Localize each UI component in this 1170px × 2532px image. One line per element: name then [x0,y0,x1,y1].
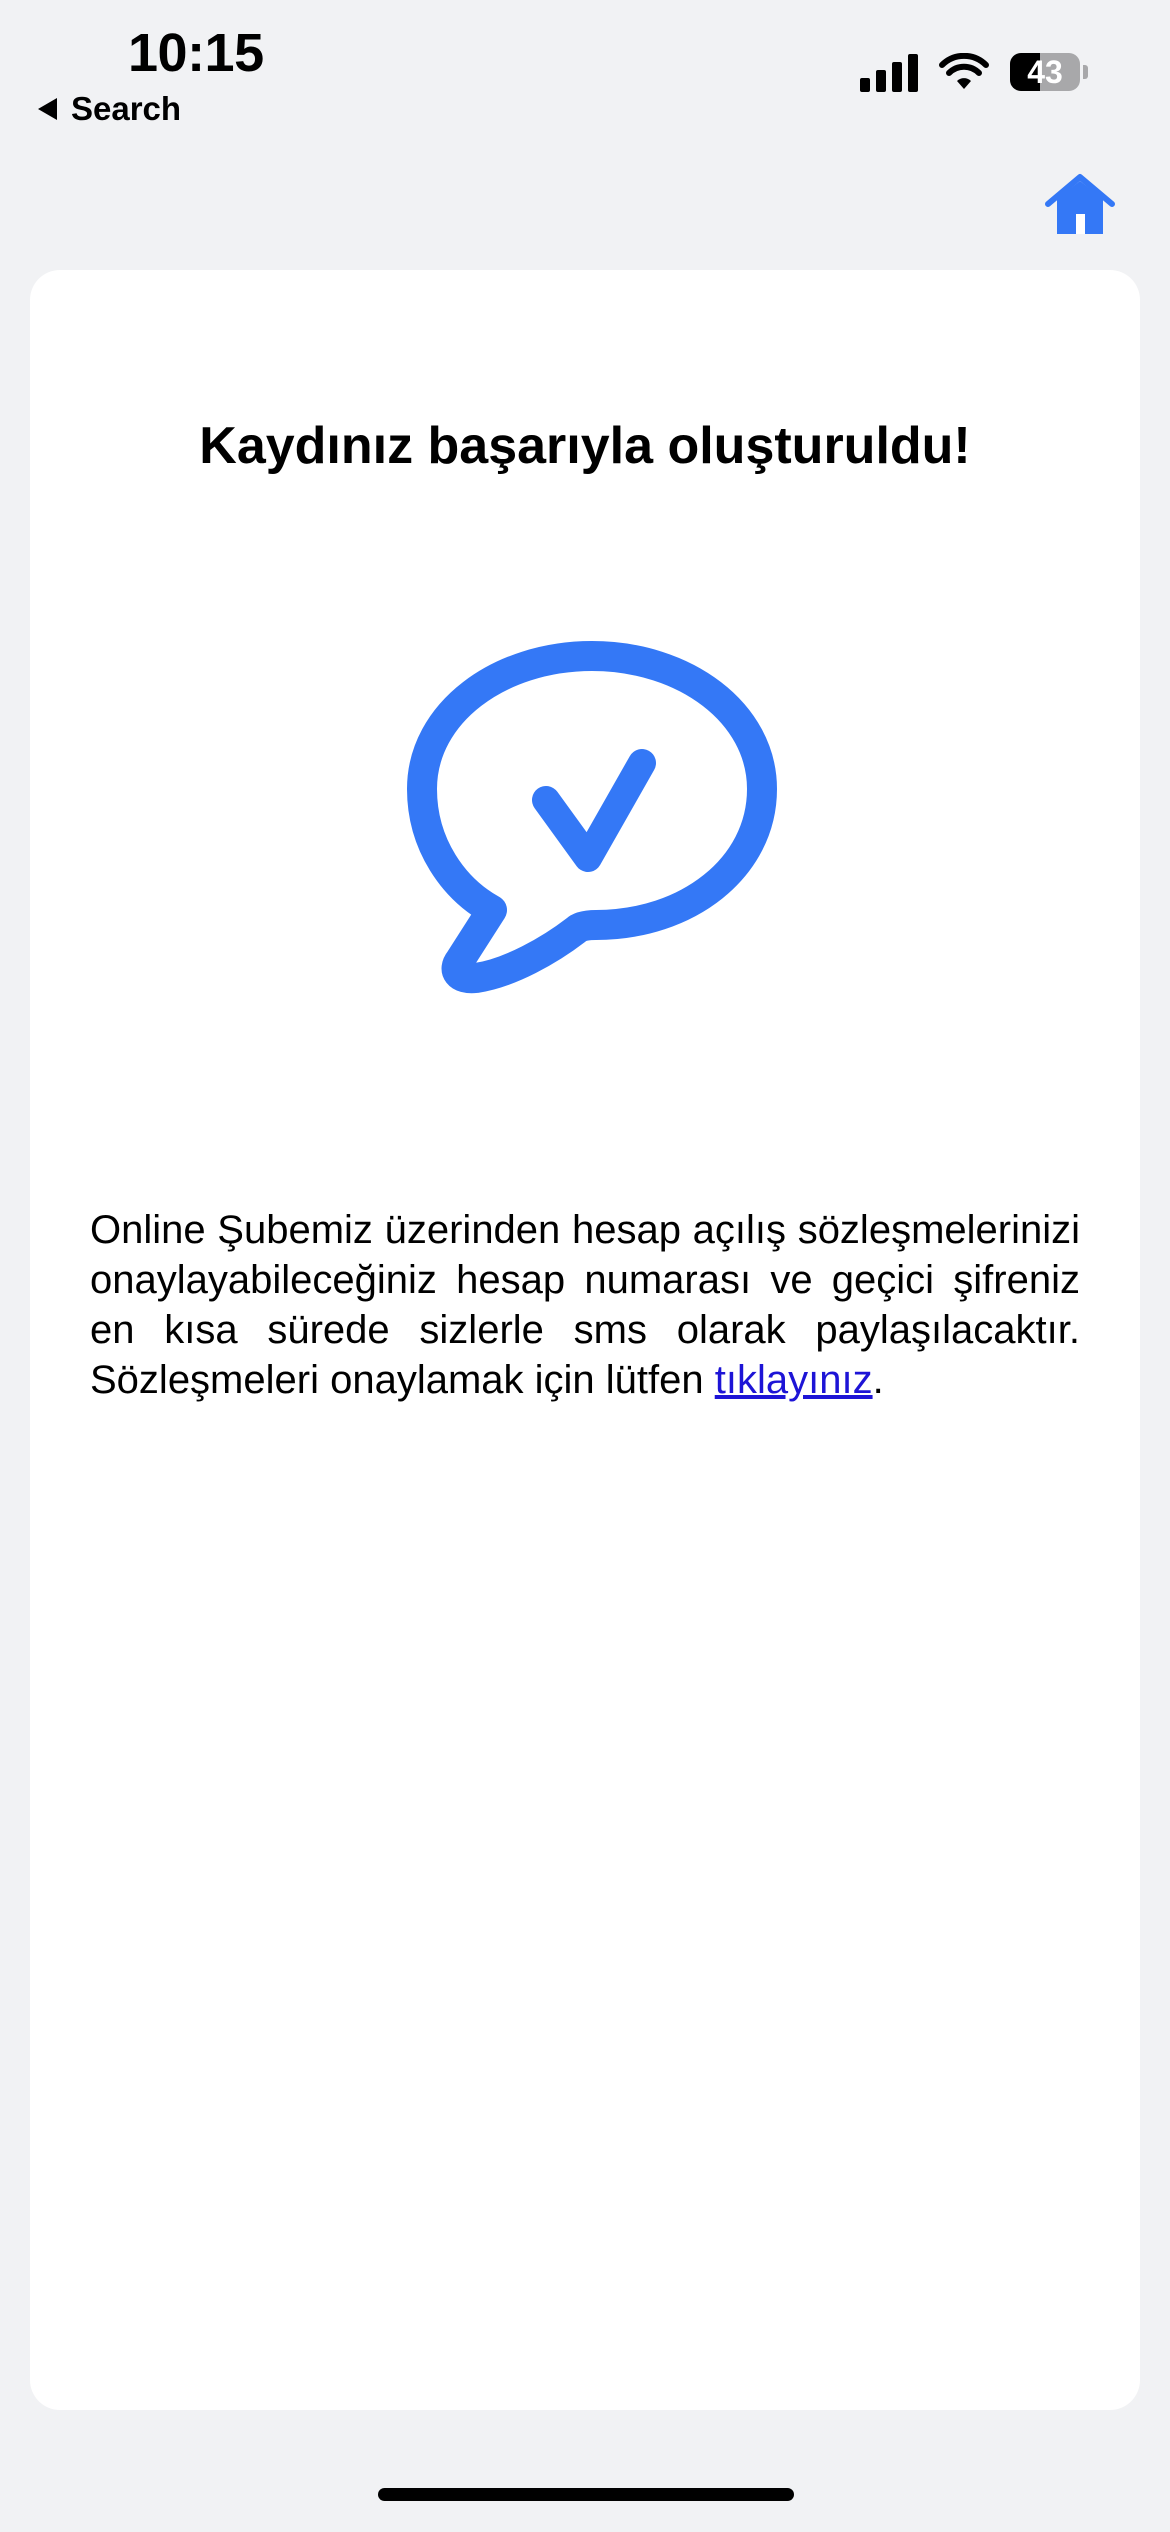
info-message: Online Şubemiz üzerinden hesap açılış sö… [90,1205,1080,1405]
back-to-search-button[interactable]: Search [38,90,181,128]
battery-cap [1083,65,1088,79]
home-icon[interactable] [1044,172,1116,238]
home-indicator-bar[interactable] [378,2488,794,2501]
success-title: Kaydınız başarıyla oluşturuldu! [199,417,971,475]
status-indicators: 43 [860,52,1088,92]
battery-level: 43 [1027,53,1063,90]
back-label: Search [71,90,182,127]
back-triangle-icon [38,98,57,120]
confirm-contracts-link[interactable]: tıklayınız [715,1358,873,1402]
message-text: Online Şubemiz üzerinden hesap açılış sö… [90,1208,1080,1402]
screen: 10:15 Search 43 Kaydınız başarıyla oluşt… [0,0,1170,2532]
status-time: 10:15 [128,23,264,83]
confirmation-card: Kaydınız başarıyla oluşturuldu! Online Ş… [30,270,1140,2410]
battery-icon: 43 [1010,53,1080,91]
speech-bubble-check-icon [407,641,777,994]
wifi-icon [939,53,989,89]
message-period: . [872,1358,884,1402]
cellular-signal-icon [860,52,918,92]
